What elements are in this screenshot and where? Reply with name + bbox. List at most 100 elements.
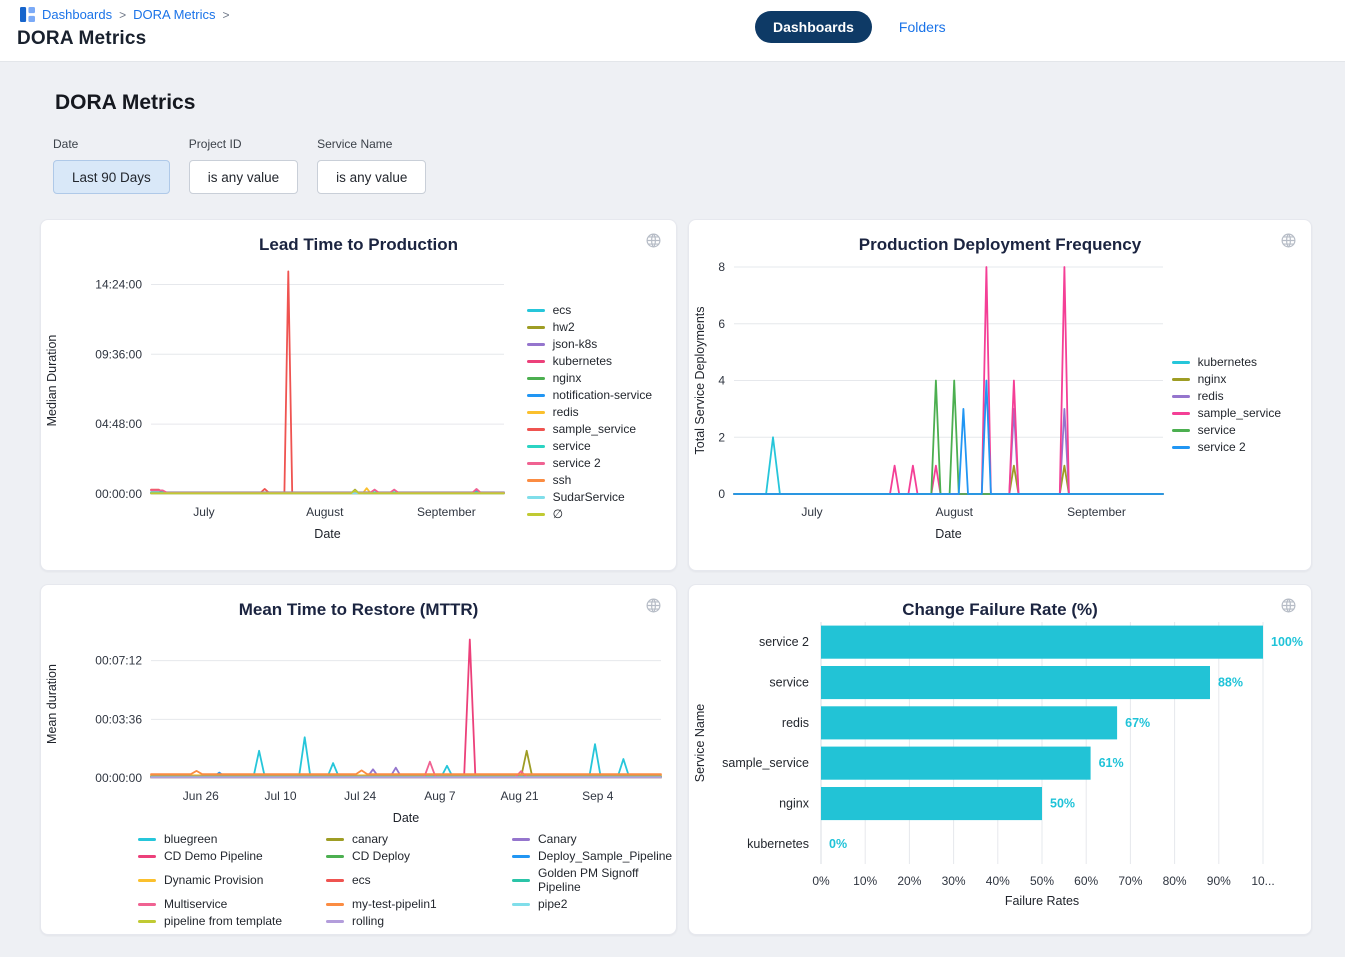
legend-item[interactable]: service bbox=[527, 439, 652, 453]
svg-text:88%: 88% bbox=[1218, 676, 1243, 690]
globe-icon[interactable] bbox=[645, 597, 662, 614]
legend-item[interactable]: ecs bbox=[326, 866, 512, 894]
svg-text:4: 4 bbox=[718, 374, 725, 388]
svg-text:Date: Date bbox=[314, 527, 340, 541]
legend-item[interactable]: CD Deploy bbox=[326, 849, 512, 863]
date-filter-button[interactable]: Last 90 Days bbox=[53, 160, 170, 194]
svg-text:Jul 24: Jul 24 bbox=[344, 789, 376, 803]
legend-label: Golden PM Signoff Pipeline bbox=[538, 866, 676, 894]
legend-label: nginx bbox=[553, 371, 582, 385]
legend-item[interactable]: Multiservice bbox=[138, 897, 326, 911]
legend-item[interactable]: sample_service bbox=[527, 422, 652, 436]
chart-title: Lead Time to Production bbox=[41, 220, 676, 251]
legend-label: redis bbox=[553, 405, 579, 419]
svg-text:61%: 61% bbox=[1099, 756, 1124, 770]
svg-text:Aug 7: Aug 7 bbox=[424, 789, 456, 803]
legend-item[interactable]: rolling bbox=[326, 914, 512, 928]
legend-item[interactable]: my-test-pipelin1 bbox=[326, 897, 512, 911]
globe-icon[interactable] bbox=[1280, 232, 1297, 249]
svg-text:14:24:00: 14:24:00 bbox=[95, 277, 142, 291]
globe-icon[interactable] bbox=[645, 232, 662, 249]
legend-label: ecs bbox=[553, 303, 572, 317]
legend-swatch bbox=[326, 838, 344, 841]
svg-text:service 2: service 2 bbox=[759, 635, 809, 649]
legend-swatch bbox=[1172, 446, 1190, 449]
legend-swatch bbox=[326, 879, 344, 882]
legend-item[interactable]: redis bbox=[1172, 389, 1281, 403]
legend-item[interactable]: canary bbox=[326, 832, 512, 846]
legend-label: redis bbox=[1198, 389, 1224, 403]
legend-swatch bbox=[138, 879, 156, 882]
tab-dashboards[interactable]: Dashboards bbox=[755, 11, 872, 43]
svg-text:Median Duration: Median Duration bbox=[45, 335, 59, 427]
line-chart-lead-time: 00:00:0004:48:0009:36:0014:24:00JulyAugu… bbox=[41, 251, 676, 556]
globe-icon[interactable] bbox=[1280, 597, 1297, 614]
legend-swatch bbox=[512, 903, 530, 906]
legend-item[interactable]: service bbox=[1172, 423, 1281, 437]
legend-item[interactable]: pipe2 bbox=[512, 897, 676, 911]
breadcrumb-separator: > bbox=[119, 8, 126, 22]
legend-item[interactable]: Deploy_Sample_Pipeline bbox=[512, 849, 676, 863]
legend-swatch bbox=[527, 326, 545, 329]
service-name-filter-button[interactable]: is any value bbox=[317, 160, 426, 194]
legend-item[interactable]: bluegreen bbox=[138, 832, 326, 846]
chart-card-lead-time: Lead Time to Production 00:00:0004:48:00… bbox=[40, 219, 677, 571]
filter-bar: Date Last 90 Days Project ID is any valu… bbox=[53, 137, 1345, 194]
breadcrumb-link-dashboards[interactable]: Dashboards bbox=[42, 7, 112, 22]
legend-item[interactable]: ssh bbox=[527, 473, 652, 487]
legend-item[interactable]: service 2 bbox=[527, 456, 652, 470]
line-chart-svg: 00:00:0000:03:3600:07:12Jun 26Jul 10Jul … bbox=[41, 616, 676, 828]
breadcrumb-link-dora-metrics[interactable]: DORA Metrics bbox=[133, 7, 215, 22]
svg-text:Aug 21: Aug 21 bbox=[501, 789, 539, 803]
svg-text:Service Name: Service Name bbox=[693, 704, 707, 783]
line-chart-deployment-frequency: 02468JulyAugustSeptemberDateTotal Servic… bbox=[689, 251, 1311, 556]
legend-label: nginx bbox=[1198, 372, 1227, 386]
legend-swatch bbox=[138, 920, 156, 923]
legend-item[interactable]: hw2 bbox=[527, 320, 652, 334]
legend-label: pipeline from template bbox=[164, 914, 282, 928]
legend-item[interactable]: CD Demo Pipeline bbox=[138, 849, 326, 863]
legend-item[interactable]: pipeline from template bbox=[138, 914, 326, 928]
legend-item[interactable]: kubernetes bbox=[1172, 355, 1281, 369]
legend-swatch bbox=[512, 879, 530, 882]
legend-item[interactable]: json-k8s bbox=[527, 337, 652, 351]
legend-item[interactable]: nginx bbox=[1172, 372, 1281, 386]
legend-item[interactable]: nginx bbox=[527, 371, 652, 385]
legend-swatch bbox=[326, 855, 344, 858]
legend-item[interactable]: ∅ bbox=[527, 507, 652, 521]
legend-item[interactable]: sample_service bbox=[1172, 406, 1281, 420]
legend-swatch bbox=[527, 411, 545, 414]
legend-label: Canary bbox=[538, 832, 577, 846]
svg-text:00:00:00: 00:00:00 bbox=[95, 487, 142, 501]
svg-text:July: July bbox=[193, 505, 214, 519]
legend-item[interactable]: Dynamic Provision bbox=[138, 866, 326, 894]
legend-item[interactable]: Canary bbox=[512, 832, 676, 846]
svg-text:August: August bbox=[936, 505, 974, 519]
legend-item[interactable]: kubernetes bbox=[527, 354, 652, 368]
svg-text:Date: Date bbox=[935, 527, 961, 541]
legend-swatch bbox=[1172, 429, 1190, 432]
svg-text:67%: 67% bbox=[1125, 716, 1150, 730]
legend-label: Deploy_Sample_Pipeline bbox=[538, 849, 672, 863]
legend-swatch bbox=[527, 513, 545, 516]
legend-swatch bbox=[1172, 361, 1190, 364]
legend-item[interactable]: service 2 bbox=[1172, 440, 1281, 454]
legend-item[interactable]: SudarService bbox=[527, 490, 652, 504]
legend-swatch bbox=[527, 394, 545, 397]
svg-text:60%: 60% bbox=[1074, 874, 1098, 888]
legend-label: service bbox=[1198, 423, 1236, 437]
legend-swatch bbox=[512, 838, 530, 841]
legend-item[interactable]: Golden PM Signoff Pipeline bbox=[512, 866, 676, 894]
legend-item[interactable]: notification-service bbox=[527, 388, 652, 402]
legend-item[interactable]: redis bbox=[527, 405, 652, 419]
view-tabs: Dashboards Folders bbox=[755, 11, 946, 43]
legend-label: canary bbox=[352, 832, 388, 846]
bar-chart-svg: 0%10%20%30%40%50%60%70%80%90%10...servic… bbox=[689, 616, 1311, 916]
filter-label: Date bbox=[53, 137, 170, 151]
svg-text:sample_service: sample_service bbox=[722, 756, 809, 770]
legend-label: hw2 bbox=[553, 320, 575, 334]
project-id-filter-button[interactable]: is any value bbox=[189, 160, 298, 194]
tab-folders[interactable]: Folders bbox=[899, 19, 946, 35]
svg-text:Jul 10: Jul 10 bbox=[264, 789, 296, 803]
legend-item[interactable]: ecs bbox=[527, 303, 652, 317]
